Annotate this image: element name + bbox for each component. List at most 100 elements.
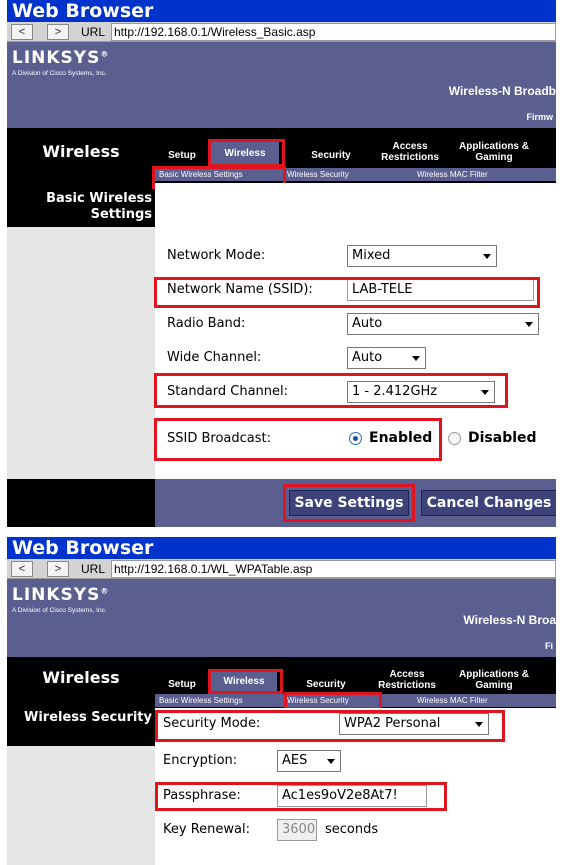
side-column [7, 746, 155, 865]
network-mode-row: Network Mode: Mixed [155, 240, 556, 273]
key-renewal-input[interactable]: 3600 [277, 819, 317, 841]
logo-subtitle: A Division of Cisco Systems, Inc. [12, 607, 107, 614]
url-input[interactable]: http://192.168.0.1/WL_WPATable.asp [111, 560, 556, 578]
registered-mark: ® [100, 586, 110, 596]
firmware-label: Fi [545, 641, 553, 651]
radio-band-row: Radio Band: Auto [155, 308, 556, 341]
encryption-value: AES [282, 753, 308, 768]
url-bar: < > URL http://192.168.0.1/WL_WPATable.a… [7, 559, 556, 579]
tab-applications-gaming[interactable]: Applications & Gaming [455, 141, 533, 163]
firmware-label: Firmw [526, 112, 553, 122]
chevron-down-icon [412, 356, 420, 361]
logo-text: LINKSYS [12, 585, 101, 605]
form-area: Network Mode: Mixed Network Name (SSID):… [155, 183, 556, 479]
registered-mark: ® [100, 49, 110, 59]
chevron-down-icon [475, 722, 483, 727]
passphrase-input[interactable]: Ac1es9oV2e8At7! [277, 785, 427, 807]
standard-channel-value: 1 - 2.412GHz [352, 384, 438, 399]
ssid-broadcast-label: SSID Broadcast: [167, 431, 271, 446]
security-mode-select[interactable]: WPA2 Personal [339, 713, 489, 735]
key-renewal-label: Key Renewal: [163, 822, 250, 837]
tab-setup[interactable]: Setup [165, 679, 199, 690]
chevron-down-icon [327, 759, 335, 764]
save-settings-button[interactable]: Save Settings [289, 490, 409, 516]
security-mode-label: Security Mode: [163, 716, 261, 731]
back-button[interactable]: < [11, 24, 33, 40]
subtab-basic-wireless[interactable]: Basic Wireless Settings [159, 694, 243, 707]
side-title: Wireless Security [7, 710, 155, 746]
wide-channel-value: Auto [352, 350, 383, 365]
sub-nav: Basic Wireless Settings Wireless Securit… [155, 168, 556, 181]
radio-band-value: Auto [352, 316, 383, 331]
side-title: Basic Wireless Settings [7, 189, 155, 227]
tab-security[interactable]: Security [295, 679, 357, 690]
tab-access-restrictions[interactable]: Access Restrictions [372, 669, 442, 691]
side-column [7, 227, 155, 479]
network-mode-select[interactable]: Mixed [347, 245, 497, 267]
section-title: Wireless [42, 668, 120, 687]
main-nav: Setup Wireless Security Access Restricti… [155, 138, 556, 168]
passphrase-label: Passphrase: [163, 788, 241, 803]
browser-title: Web Browser [7, 537, 556, 559]
subtab-wireless-security[interactable]: Wireless Security [287, 694, 349, 707]
chevron-down-icon [481, 390, 489, 395]
ssid-row: Network Name (SSID): LAB-TELE [155, 274, 556, 307]
section-title: Wireless [42, 142, 120, 161]
subtab-mac-filter[interactable]: Wireless MAC Filter [417, 168, 488, 181]
encryption-select[interactable]: AES [277, 750, 341, 772]
encryption-row: Encryption: AES [155, 745, 556, 778]
network-mode-label: Network Mode: [167, 248, 266, 263]
tab-access-restrictions[interactable]: Access Restrictions [375, 141, 445, 163]
back-button[interactable]: < [11, 561, 33, 577]
key-renewal-row: Key Renewal: 3600 seconds [155, 814, 556, 847]
standard-channel-label: Standard Channel: [167, 384, 289, 399]
ssid-label: Network Name (SSID): [167, 282, 313, 297]
passphrase-row: Passphrase: Ac1es9oV2e8At7! [155, 780, 556, 813]
forward-button[interactable]: > [47, 561, 69, 577]
subtab-basic-wireless[interactable]: Basic Wireless Settings [159, 168, 243, 181]
security-mode-row: Security Mode: WPA2 Personal [155, 708, 556, 741]
wide-channel-select[interactable]: Auto [347, 347, 426, 369]
radio-band-select[interactable]: Auto [347, 313, 539, 335]
product-name: Wireless-N Broadb [155, 84, 556, 98]
standard-channel-select[interactable]: 1 - 2.412GHz [347, 381, 495, 403]
forward-button[interactable]: > [47, 24, 69, 40]
url-label: URL [81, 25, 106, 39]
linksys-logo: LINKSYS® [12, 48, 109, 68]
tab-setup[interactable]: Setup [165, 150, 199, 161]
standard-channel-row: Standard Channel: 1 - 2.412GHz [155, 376, 556, 409]
broadcast-disabled-radio[interactable] [448, 432, 461, 445]
tab-security[interactable]: Security [300, 150, 362, 161]
wide-channel-row: Wide Channel: Auto [155, 342, 556, 375]
screenshot-basic-wireless: Web Browser < > URL http://192.168.0.1/W… [7, 0, 556, 527]
ssid-broadcast-row: SSID Broadcast: Enabled Disabled [155, 420, 556, 458]
linksys-logo: LINKSYS® [12, 585, 109, 605]
wide-channel-label: Wide Channel: [167, 350, 262, 365]
product-name: Wireless-N Broa [155, 613, 556, 627]
screenshot-wireless-security: Web Browser < > URL http://192.168.0.1/W… [7, 537, 556, 865]
encryption-label: Encryption: [163, 753, 238, 768]
subtab-wireless-security[interactable]: Wireless Security [287, 168, 349, 181]
url-bar: < > URL http://192.168.0.1/Wireless_Basi… [7, 22, 556, 42]
security-mode-value: WPA2 Personal [344, 716, 441, 731]
form-area: Security Mode: WPA2 Personal Encryption:… [155, 708, 556, 865]
tab-wireless[interactable]: Wireless [211, 140, 279, 168]
ssid-input[interactable]: LAB-TELE [347, 279, 534, 301]
chevron-down-icon [483, 254, 491, 259]
browser-title: Web Browser [7, 0, 556, 22]
subtab-mac-filter[interactable]: Wireless MAC Filter [417, 694, 488, 707]
broadcast-enabled-radio[interactable] [349, 432, 362, 445]
tab-applications-gaming[interactable]: Applications & Gaming [455, 669, 533, 691]
url-label: URL [81, 562, 106, 576]
network-mode-value: Mixed [352, 248, 391, 263]
sub-nav: Basic Wireless Settings Wireless Securit… [155, 694, 556, 707]
url-input[interactable]: http://192.168.0.1/Wireless_Basic.asp [111, 23, 556, 41]
cancel-changes-button[interactable]: Cancel Changes [421, 490, 556, 516]
tab-wireless[interactable]: Wireless [211, 670, 277, 694]
broadcast-disabled-label[interactable]: Disabled [468, 430, 537, 446]
button-bar: Save Settings Cancel Changes [155, 479, 556, 527]
broadcast-enabled-label[interactable]: Enabled [369, 430, 432, 446]
logo-subtitle: A Division of Cisco Systems, Inc. [12, 70, 107, 77]
chevron-down-icon [525, 322, 533, 327]
key-renewal-unit: seconds [325, 822, 379, 837]
